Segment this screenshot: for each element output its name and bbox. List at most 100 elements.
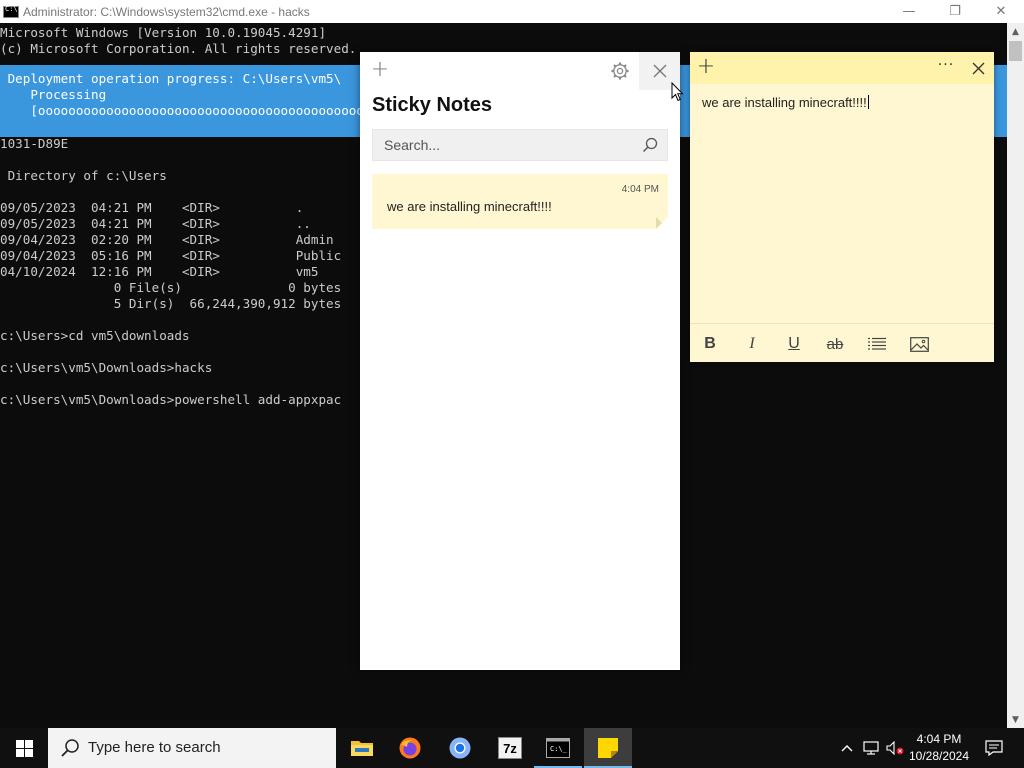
console-line: c:\Users\vm5\Downloads>powershell add-ap…	[0, 392, 342, 407]
underline-icon: U	[788, 335, 800, 352]
note-format-toolbar: B I U ab	[690, 323, 994, 362]
note-text-editor[interactable]: we are installing minecraft!!!!	[702, 95, 869, 110]
volume-muted-icon	[886, 741, 904, 755]
plus-icon: +	[370, 57, 390, 82]
window-controls: — ❐ ✕	[886, 0, 1024, 23]
restore-button[interactable]: ❐	[932, 0, 978, 23]
console-line: Microsoft Windows [Version 10.0.19045.42…	[0, 25, 327, 40]
minimize-button[interactable]: —	[886, 0, 932, 23]
note-preview-text: we are installing minecraft!!!!	[387, 199, 552, 214]
sticky-list-topbar[interactable]	[360, 52, 680, 90]
terminal-icon: C:\_	[546, 738, 570, 758]
volume-button[interactable]	[884, 728, 906, 768]
sticky-note-window: + ··· we are installing minecraft!!!! B …	[690, 52, 994, 362]
taskbar-chromium[interactable]	[436, 728, 484, 768]
taskbar-search-box[interactable]: Type here to search	[48, 728, 336, 768]
search-icon	[61, 739, 79, 757]
windows-logo-icon	[15, 739, 33, 757]
7zip-icon: 7z	[498, 737, 522, 759]
bullet-list-icon	[868, 337, 886, 350]
close-note-button[interactable]	[968, 58, 988, 78]
close-icon	[653, 64, 666, 78]
strikethrough-button[interactable]: ab	[823, 332, 847, 356]
chromium-icon	[449, 737, 471, 759]
notes-search-input[interactable]	[373, 130, 633, 160]
console-line: c:\Users\vm5\Downloads>hacks	[0, 360, 213, 375]
console-line: (c) Microsoft Corporation. All rights re…	[0, 41, 357, 56]
note-list-item[interactable]: 4:04 PM we are installing minecraft!!!!	[372, 174, 668, 229]
sticky-notes-icon	[598, 738, 618, 758]
note-body-text: we are installing minecraft!!!!	[702, 95, 867, 110]
taskbar-command-prompt[interactable]: C:\_	[534, 728, 582, 768]
folder-icon	[351, 741, 373, 756]
ellipsis-icon: ···	[937, 57, 955, 73]
chevron-up-icon	[841, 745, 853, 752]
console-line: [ooooooooooooooooooooooooooooooooooooooo…	[0, 103, 380, 118]
start-button[interactable]	[0, 728, 48, 768]
sticky-notes-list-window: + Sticky Notes 4:04 PM we are installing…	[360, 52, 680, 670]
cmd-titlebar[interactable]: Administrator: C:\Windows\system32\cmd.e…	[0, 0, 1024, 23]
note-timestamp: 4:04 PM	[621, 184, 659, 195]
taskbar: Type here to search 7z C:\_ 4:04 PM 10/2…	[0, 728, 1024, 768]
scroll-down-arrow-icon[interactable]: ▼	[1007, 711, 1024, 728]
taskbar-7zip[interactable]: 7z	[486, 728, 534, 768]
text-caret	[867, 95, 869, 109]
network-icon	[863, 741, 879, 755]
svg-text:C:\_: C:\_	[550, 745, 568, 753]
console-line: Directory of c:\Users	[0, 168, 167, 183]
strikethrough-icon: ab	[826, 335, 844, 353]
console-line: 5 Dir(s) 66,244,390,912 bytes	[0, 296, 342, 311]
console-line: 09/05/2023 04:21 PM <DIR> .	[0, 200, 304, 215]
notification-icon	[985, 740, 1003, 756]
bold-icon: B	[704, 335, 716, 352]
cmd-app-icon	[3, 5, 19, 18]
mouse-pointer-icon	[671, 82, 684, 102]
restore-icon: ❐	[949, 4, 961, 19]
bold-button[interactable]: B	[698, 332, 722, 356]
console-line: 04/10/2024 12:16 PM <DIR> vm5	[0, 264, 319, 279]
add-image-button[interactable]	[907, 332, 931, 356]
close-icon: ✕	[995, 4, 1007, 19]
taskbar-file-explorer[interactable]	[338, 728, 386, 768]
close-button[interactable]: ✕	[978, 0, 1024, 23]
italic-icon: I	[749, 335, 755, 352]
clock-date: 10/28/2024	[908, 749, 970, 763]
new-note-button[interactable]: +	[696, 56, 716, 78]
settings-button[interactable]	[610, 61, 630, 81]
plus-icon: +	[696, 54, 716, 79]
notes-search-box[interactable]	[372, 129, 668, 161]
clock-time: 4:04 PM	[916, 732, 962, 746]
taskbar-firefox[interactable]	[386, 728, 434, 768]
close-icon	[972, 62, 984, 74]
console-line: 09/04/2023 02:20 PM <DIR> Admin	[0, 232, 334, 247]
bullet-list-button[interactable]	[865, 332, 889, 356]
search-icon[interactable]	[642, 137, 658, 153]
scroll-thumb[interactable]	[1009, 41, 1022, 61]
console-line: 1031-D89E	[0, 136, 69, 151]
svg-text:7z: 7z	[503, 741, 517, 756]
more-options-button[interactable]: ···	[934, 57, 958, 77]
network-button[interactable]	[860, 728, 882, 768]
console-line: Processing	[0, 87, 107, 102]
underline-button[interactable]: U	[782, 332, 806, 356]
gear-icon	[611, 62, 629, 80]
taskbar-search-placeholder: Type here to search	[88, 739, 221, 756]
firefox-icon	[399, 737, 421, 759]
console-line: 0 File(s) 0 bytes	[0, 280, 342, 295]
image-icon	[909, 336, 929, 352]
note-corner-fold-cover	[656, 217, 668, 229]
scroll-up-arrow-icon[interactable]: ▲	[1007, 23, 1024, 40]
italic-button[interactable]: I	[740, 332, 764, 356]
console-line: 09/05/2023 04:21 PM <DIR> ..	[0, 216, 311, 231]
taskbar-clock[interactable]: 4:04 PM 10/28/2024	[904, 731, 974, 765]
console-line: c:\Users>cd vm5\downloads	[0, 328, 190, 343]
cmd-window-title: Administrator: C:\Windows\system32\cmd.e…	[23, 4, 310, 19]
action-center-button[interactable]	[980, 728, 1008, 768]
taskbar-sticky-notes[interactable]	[584, 728, 632, 768]
new-note-button[interactable]: +	[370, 59, 390, 81]
console-line: Deployment operation progress: C:\Users\…	[0, 71, 342, 86]
minimize-icon: —	[902, 4, 916, 19]
console-scrollbar[interactable]: ▲ ▼	[1007, 23, 1024, 728]
show-hidden-icons-button[interactable]	[838, 728, 856, 768]
sticky-notes-heading: Sticky Notes	[372, 94, 493, 116]
